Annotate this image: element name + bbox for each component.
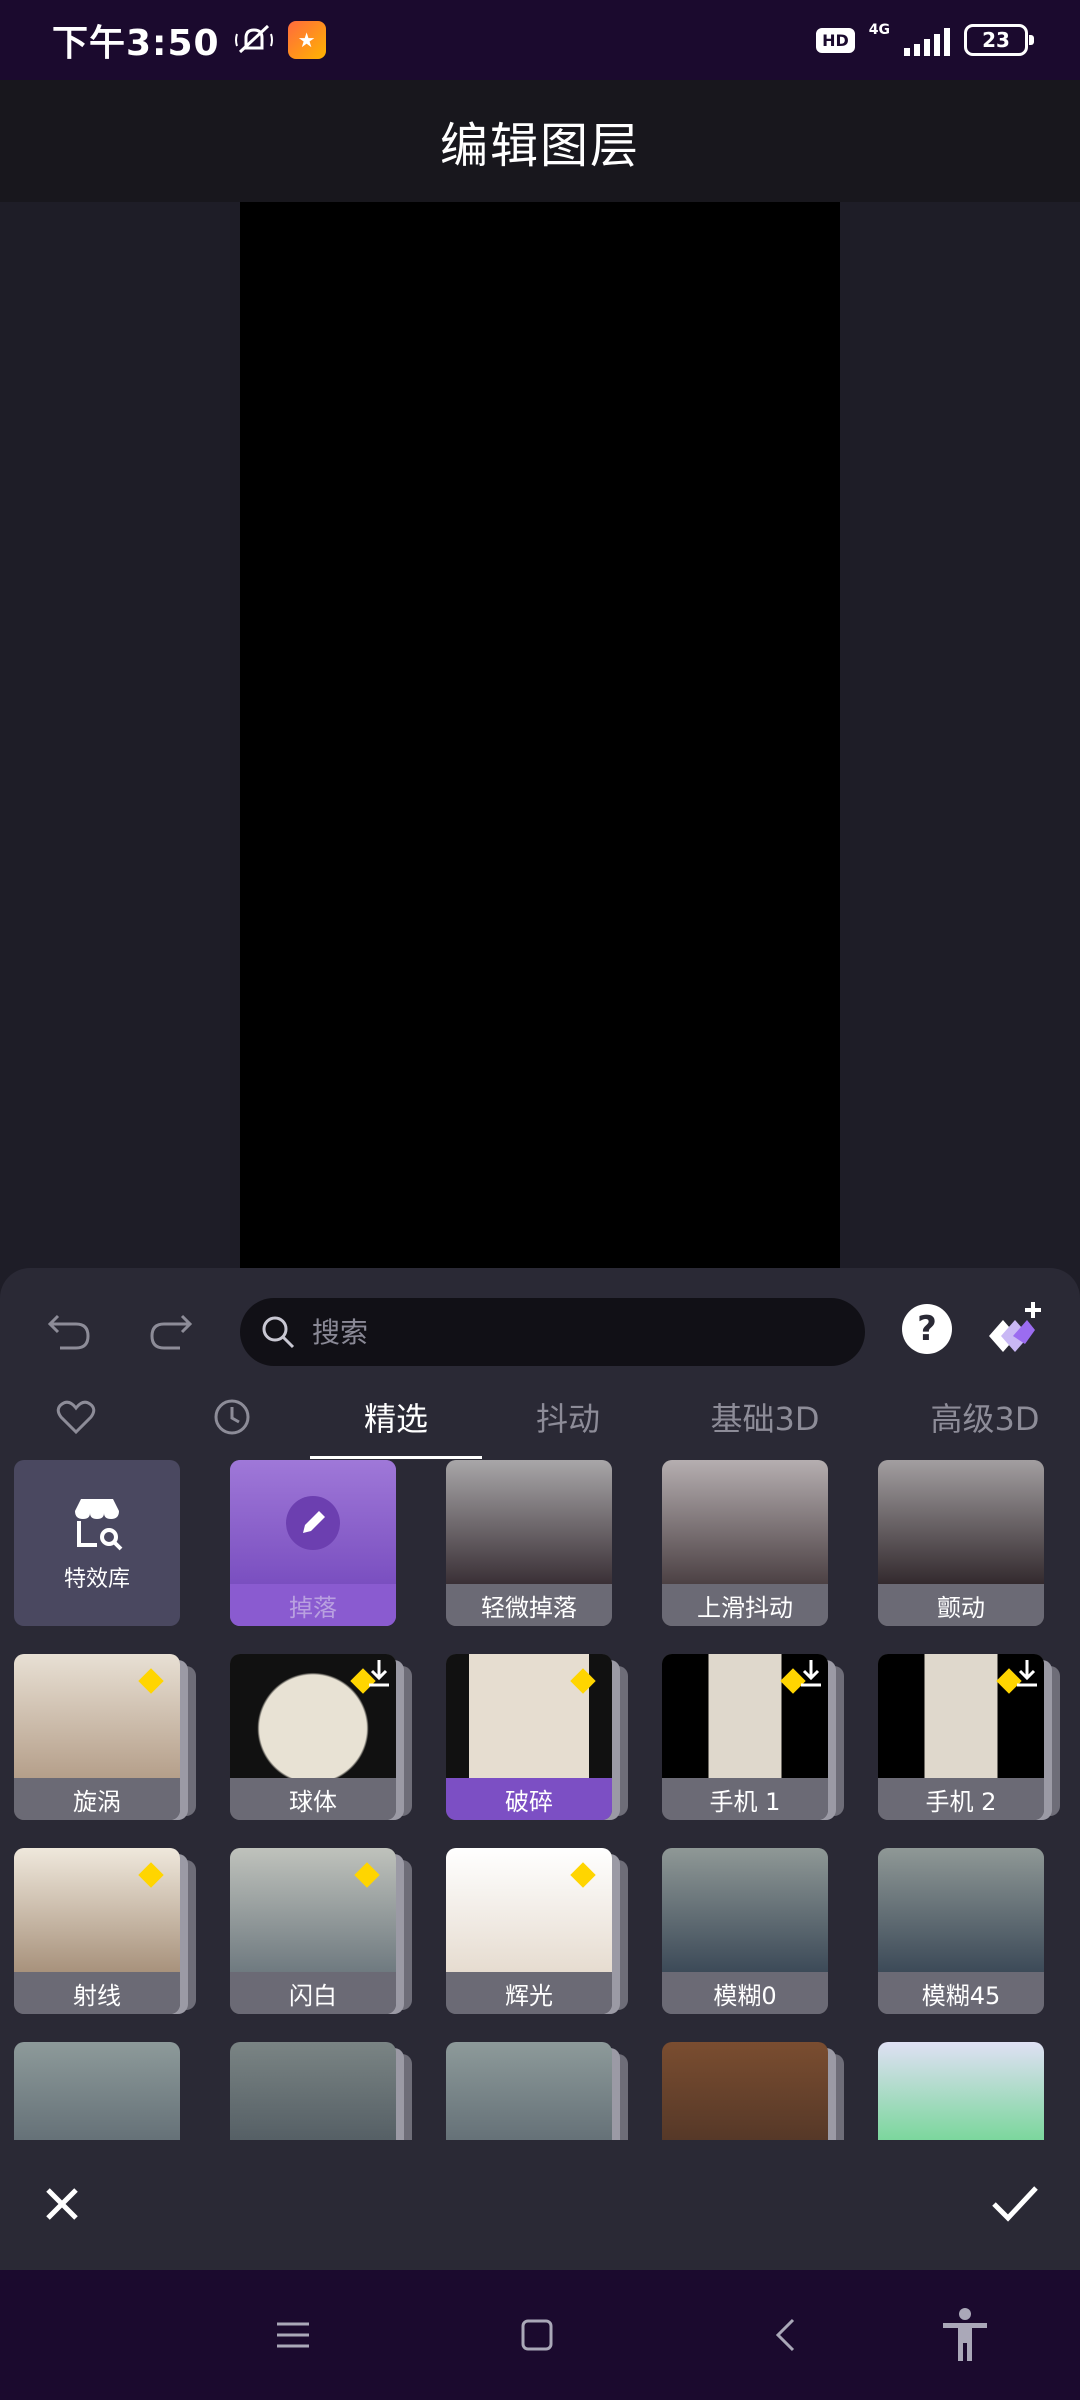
effect-item[interactable]: 射线 [14,1848,196,2018]
accessibility-button[interactable] [940,2308,990,2361]
menu-button[interactable] [268,2310,318,2360]
effect-item[interactable]: 模糊45 [878,1848,1058,2018]
signal-icon [904,24,950,56]
effect-item[interactable] [14,2042,194,2140]
effect-item[interactable]: 闪白 [230,1848,412,2018]
search-input[interactable] [312,1315,792,1349]
tab-shake[interactable]: 抖动 [500,1382,636,1452]
effect-label: 颤动 [878,1584,1044,1626]
tab-featured[interactable]: 精选 [310,1382,482,1452]
battery-icon: 23 [964,24,1034,56]
undo-icon [47,1314,90,1350]
effect-thumbnail [446,2042,612,2140]
preview-canvas[interactable] [240,202,840,1268]
mute-notification-icon [234,24,273,54]
home-button[interactable] [512,2310,562,2360]
edit-icon [286,1496,340,1550]
home-square-icon [521,2319,553,2351]
add-layer-button[interactable] [975,1296,1045,1366]
effect-label: 旋涡 [14,1778,180,1820]
effect-item[interactable]: 旋涡 [14,1654,196,1824]
clock-icon [214,1399,250,1435]
back-button[interactable] [760,2310,810,2360]
effect-item[interactable] [230,2042,412,2140]
undo-button[interactable] [40,1300,100,1360]
search-icon [262,1316,295,1349]
effect-label: 辉光 [446,1972,612,2014]
category-tabs: 精选 抖动 基础3D 高级3D [0,1382,1080,1462]
title-bar: 编辑图层 [0,80,1080,202]
app-notification-icon: ★ [287,21,326,59]
status-bar: 下午3:50 ★ HD 4G 23 [0,0,1080,80]
effect-label: 破碎 [446,1778,612,1820]
effect-label: 手机 2 [878,1778,1044,1820]
effects-grid: 特效库 掉落 轻微掉落 上滑抖动 颤动 旋涡 球体 破碎 手机 1 手机 2 射… [0,1460,1080,2140]
effect-item[interactable]: 辉光 [446,1848,628,2018]
effect-thumbnail [662,1848,828,1972]
tab-advanced-3d[interactable]: 高级3D [900,1382,1070,1452]
effect-label: 手机 1 [662,1778,828,1820]
effect-label: 闪白 [230,1972,396,2014]
effect-item[interactable]: 手机 1 [662,1654,844,1824]
system-nav-bar [0,2270,1080,2400]
tab-recent[interactable] [196,1382,268,1452]
active-tab-indicator [310,1456,482,1459]
effect-thumbnail [878,1848,1044,1972]
effects-panel: ? 精选 抖动 基础3D 高级3D [0,1268,1080,2270]
effect-label: 掉落 [230,1584,396,1626]
download-icon [801,1660,821,1687]
network-type: 4G [868,22,890,38]
redo-button[interactable] [140,1300,200,1360]
effect-item[interactable]: 球体 [230,1654,412,1824]
effect-library-label: 特效库 [63,1567,130,1592]
effect-label: 模糊45 [878,1972,1044,2014]
effect-item[interactable]: 上滑抖动 [662,1460,842,1630]
help-button[interactable]: ? [902,1304,952,1354]
effect-label: 球体 [230,1778,396,1820]
effect-item[interactable]: 颤动 [878,1460,1058,1630]
back-icon [775,2318,795,2352]
accessibility-icon [943,2308,987,2361]
tab-basic-3d[interactable]: 基础3D [680,1382,850,1452]
effect-thumbnail [662,1460,828,1584]
effect-library[interactable]: 特效库 [14,1460,194,1630]
effect-item[interactable]: 模糊0 [662,1848,842,2018]
effect-label: 轻微掉落 [446,1584,612,1626]
effect-item[interactable]: 破碎 [446,1654,628,1824]
effect-thumbnail [230,2042,396,2140]
effect-label: 模糊0 [662,1972,828,2014]
effect-label: 上滑抖动 [662,1584,828,1626]
panel-toolbar: ? [0,1288,1080,1372]
effect-thumbnail [878,2042,1044,2140]
effect-thumbnail [446,1460,612,1584]
effect-thumbnail [878,1460,1044,1584]
effect-item[interactable]: 轻微掉落 [446,1460,626,1630]
effect-item[interactable] [662,2042,844,2140]
page-title: 编辑图层 [439,118,640,174]
effect-thumbnail [14,2042,180,2140]
effect-item[interactable] [878,2042,1058,2140]
download-icon [369,1660,389,1687]
redo-icon [150,1314,193,1350]
effect-item[interactable] [446,2042,628,2140]
action-bar [0,2146,1080,2270]
effect-item[interactable]: 手机 2 [878,1654,1060,1824]
search-bar[interactable] [240,1298,865,1366]
effect-thumbnail [662,2042,828,2140]
close-icon[interactable] [40,2182,84,2226]
menu-icon [277,2322,309,2348]
hd-badge: HD [816,27,855,53]
effect-item[interactable]: 掉落 [230,1460,410,1630]
heart-icon [56,1400,96,1435]
preview-area [0,202,1080,1268]
download-icon [1017,1660,1037,1687]
status-time: 下午3:50 [52,23,220,64]
tab-favorites[interactable] [40,1382,112,1452]
store-search-icon [75,1499,123,1551]
effect-label: 射线 [14,1972,180,2014]
check-icon[interactable] [990,2182,1040,2226]
